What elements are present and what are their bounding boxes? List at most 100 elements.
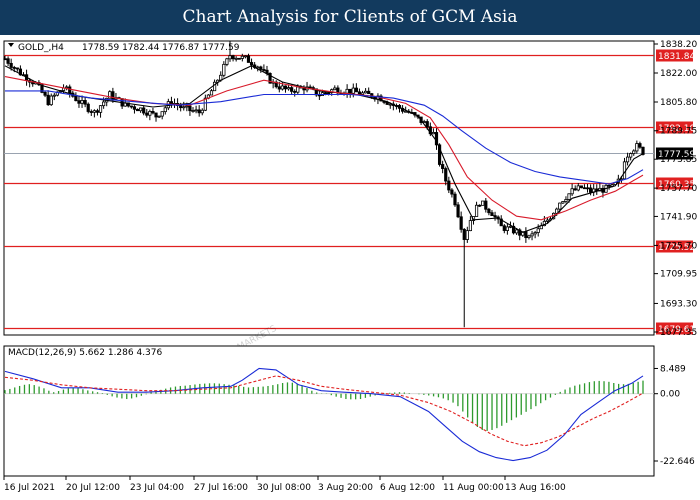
price-axis-label: 1773.85 xyxy=(660,155,697,165)
candle-body xyxy=(151,111,155,114)
candle-body xyxy=(354,87,358,93)
candle-body xyxy=(530,233,534,237)
candle-body xyxy=(157,115,161,118)
time-axis-label: 16 Jul 2021 xyxy=(4,483,55,493)
candle-body xyxy=(545,219,550,222)
candle-body xyxy=(351,87,355,94)
candle-body xyxy=(345,88,349,94)
chart-area: 1831.841792.101760.351725.521679.61 1777… xyxy=(3,40,697,493)
candle-body xyxy=(234,57,238,60)
candle-body xyxy=(638,143,642,148)
candle-body xyxy=(231,55,235,60)
candle-body xyxy=(259,66,263,70)
candle-body xyxy=(262,69,266,71)
candle-body xyxy=(327,92,331,95)
candle-body xyxy=(89,111,93,113)
candle-body xyxy=(290,87,294,92)
candle-body xyxy=(585,187,590,190)
level-tag-label: 1831.84 xyxy=(658,52,695,62)
price-axis-label: 1805.80 xyxy=(660,98,697,108)
candle-body xyxy=(179,105,183,109)
candle-body xyxy=(465,230,469,240)
macd-label: MACD(12,26,9) 5.662 1.286 4.376 xyxy=(8,348,163,358)
candle-body xyxy=(493,215,497,218)
candle-body xyxy=(160,111,164,117)
price-axis-label: 1741.90 xyxy=(660,212,697,222)
candle-body xyxy=(524,231,528,239)
candle-body xyxy=(92,110,96,113)
candle-body xyxy=(502,225,506,231)
candle-body xyxy=(15,67,19,70)
candle-body xyxy=(194,109,198,112)
time-axis-label: 27 Jul 16:00 xyxy=(194,483,248,493)
candle-body xyxy=(86,103,90,112)
candle-body xyxy=(243,55,248,58)
symbol-label: GOLD_,H4 xyxy=(18,43,64,53)
candle-body xyxy=(582,187,587,190)
candle-body xyxy=(629,153,633,158)
candle-body xyxy=(474,204,479,217)
candle-body xyxy=(360,92,365,95)
candle-body xyxy=(145,112,149,116)
candle-body xyxy=(49,95,53,106)
candle-body xyxy=(142,107,146,114)
candle-body xyxy=(283,85,288,90)
time-axis-label: 6 Aug 12:00 xyxy=(380,483,435,493)
candle-body xyxy=(333,87,337,91)
candle-body xyxy=(459,216,463,230)
candle-body xyxy=(154,112,158,118)
candle-body xyxy=(74,95,78,102)
time-axis: 16 Jul 2021 20 Jul 12:00 23 Jul 04:00 27 Ju… xyxy=(3,476,566,493)
candle-body xyxy=(641,146,645,155)
candle-body xyxy=(240,55,244,59)
candle-body xyxy=(182,106,186,109)
candle-body xyxy=(625,156,630,163)
candle-body xyxy=(323,92,328,94)
candle-body xyxy=(508,225,513,228)
candle-body xyxy=(385,102,389,105)
time-axis-label: 3 Aug 20:00 xyxy=(318,483,373,493)
candle-body xyxy=(431,132,436,135)
macd-axis-label: 8.489 xyxy=(660,364,686,374)
ohlc-label: 1778.59 1782.44 1776.87 1777.59 xyxy=(82,43,240,53)
candle-body xyxy=(135,108,140,112)
candle-body xyxy=(129,105,133,108)
candle-body xyxy=(425,121,429,128)
candle-body xyxy=(579,185,583,189)
candle-body xyxy=(209,90,214,96)
candle-body xyxy=(246,55,251,63)
candle-body xyxy=(573,188,577,191)
candle-body xyxy=(348,88,352,94)
time-axis-label: 20 Jul 12:00 xyxy=(66,483,120,493)
candle-body xyxy=(293,90,297,93)
candle-body xyxy=(558,202,562,210)
candle-body xyxy=(456,204,460,218)
candle-body xyxy=(567,193,571,200)
price-axis-label: 1709.95 xyxy=(660,270,697,280)
candle-body xyxy=(98,105,103,113)
candle-body xyxy=(280,85,284,90)
candle-body xyxy=(478,204,482,207)
candle-body xyxy=(12,67,16,69)
candle-body xyxy=(444,168,448,182)
price-axis-label: 1822.00 xyxy=(660,69,697,79)
candle-body xyxy=(453,193,457,206)
candle-body xyxy=(228,55,232,60)
candle-body xyxy=(43,91,47,96)
candle-body xyxy=(6,58,10,64)
time-axis-label: 11 Aug 00:00 xyxy=(443,483,504,493)
price-axis: 1838.20 1822.00 1805.80 1789.75 1773.85 1757.… xyxy=(654,40,697,338)
candle-body xyxy=(576,185,580,191)
candle-body xyxy=(481,200,485,206)
candle-body xyxy=(357,91,362,95)
candle-body xyxy=(148,111,152,116)
price-axis-label: 1789.75 xyxy=(660,127,697,137)
candle-body xyxy=(607,184,611,187)
candle-body xyxy=(191,110,195,112)
candle-body xyxy=(277,86,281,90)
candle-body xyxy=(296,86,300,93)
candle-body xyxy=(46,94,50,106)
candle-body xyxy=(237,57,241,60)
candle-body xyxy=(308,86,312,89)
candle-body xyxy=(364,90,368,94)
